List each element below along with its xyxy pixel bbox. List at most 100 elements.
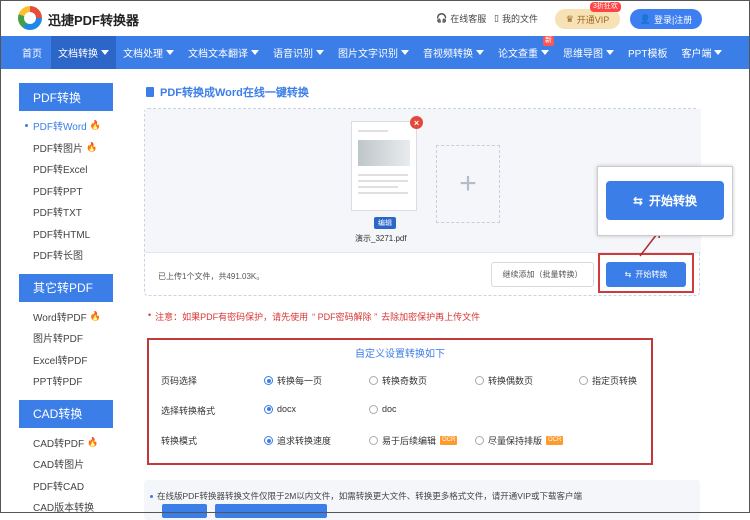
my-files-label: 我的文件 xyxy=(501,14,538,24)
radio-option[interactable]: docx xyxy=(264,404,296,414)
sidebar-group-title: 其它转PDF xyxy=(19,273,113,302)
sidebar-item[interactable]: PDF转CAD xyxy=(19,475,113,497)
fire-icon: 🔥 xyxy=(86,141,98,152)
nav-item-label: 论文查重 xyxy=(498,49,538,60)
thumb-line xyxy=(358,174,408,176)
password-notice: • 注意：如果PDF有密码保护，请先使用 “ PDF密码解除 ” 去除加密保护再… xyxy=(148,310,480,323)
nav-item-0[interactable]: 首页 xyxy=(0,36,51,69)
radio-label: 转换偶数页 xyxy=(488,376,534,386)
sidebar-item-label: Excel转PDF xyxy=(33,355,88,367)
sidebar-item[interactable]: PDF转Excel xyxy=(19,158,113,180)
radio-button[interactable] xyxy=(369,404,378,414)
chevron-down-icon xyxy=(316,50,324,55)
radio-option[interactable]: 转换每一页 xyxy=(264,374,322,387)
nav-item-8[interactable]: 思维导图 xyxy=(556,36,621,69)
file-thumbnail[interactable] xyxy=(351,121,417,211)
radio-option[interactable]: 尽量保持排版 OCR xyxy=(475,434,564,447)
sidebar-item[interactable]: PDF转Word 🔥 xyxy=(19,115,113,137)
nav-item-6[interactable]: 音视频转换 xyxy=(416,36,491,69)
sidebar-item-label: PDF转长图 xyxy=(33,251,83,263)
radio-button[interactable] xyxy=(579,376,588,385)
vip-button[interactable]: ♛ 开通VIP xyxy=(555,9,620,29)
sidebar-item-label: PDF转TXT xyxy=(33,208,82,220)
nav-item-7[interactable]: 论文查重新 xyxy=(491,36,556,69)
headset-icon: 🎧 xyxy=(436,13,448,23)
thumb-image xyxy=(358,140,410,166)
radio-button[interactable] xyxy=(264,376,273,385)
sidebar-item[interactable]: CAD版本转换 xyxy=(19,496,113,518)
nav-item-3[interactable]: 文档文本翻译 xyxy=(181,36,266,69)
password-remove-link[interactable]: “ PDF密码解除 ” xyxy=(312,310,377,323)
continue-add-button[interactable]: 继续添加（批量转换） xyxy=(491,262,594,287)
chevron-down-icon xyxy=(714,50,723,55)
login-button[interactable]: 👤 登录|注册 xyxy=(630,9,702,29)
swap-icon: ⇆ xyxy=(632,193,644,208)
file-icon: ▯ xyxy=(494,13,499,23)
radio-button[interactable] xyxy=(264,436,273,445)
service-link[interactable]: 🎧 在线客服 xyxy=(436,12,486,25)
bottom-info-text: 在线版PDF转换器转换文件仅限于2M以内文件，如需转换更大文件、转换更多格式文件… xyxy=(150,490,582,502)
sidebar-item[interactable]: Excel转PDF xyxy=(19,349,113,371)
settings-title: 自定义设置转换如下 xyxy=(355,349,445,360)
sidebar-item[interactable]: Word转PDF 🔥 xyxy=(19,306,113,328)
nav-item-9[interactable]: PPT模板 xyxy=(621,36,674,69)
radio-button[interactable] xyxy=(264,404,273,414)
bottom-button-2[interactable] xyxy=(215,504,327,518)
chevron-down-icon xyxy=(251,50,259,55)
radio-option[interactable]: 转换偶数页 xyxy=(475,374,533,387)
nav-item-10[interactable]: 客户端 xyxy=(674,36,729,69)
nav-item-2[interactable]: 文档处理 xyxy=(116,36,181,69)
radio-button[interactable] xyxy=(369,376,378,385)
remove-file-icon[interactable]: × xyxy=(410,116,423,129)
sidebar: PDF转换 PDF转Word 🔥 PDF转图片 🔥 PDF转Excel PDF转PPT PDF… xyxy=(19,83,113,518)
bottom-button-1[interactable] xyxy=(162,504,207,518)
sidebar-item-label: 图片转PDF xyxy=(33,334,83,346)
radio-option[interactable]: 追求转换速度 xyxy=(264,434,331,447)
edit-button[interactable]: 编辑 xyxy=(374,217,396,229)
nav-item-5[interactable]: 图片文字识别 xyxy=(331,36,416,69)
sidebar-group-title: CAD转换 xyxy=(19,399,113,428)
sidebar-item[interactable]: PDF转图片 🔥 xyxy=(19,137,113,159)
radio-label: 转换每一页 xyxy=(277,376,323,386)
radio-option[interactable]: 易于后续编辑 OCR xyxy=(369,434,458,447)
zoom-start-label: 开始转换 xyxy=(649,194,698,208)
add-file-button[interactable]: + xyxy=(436,145,500,223)
sidebar-item[interactable]: CAD转图片 xyxy=(19,453,113,475)
thumb-line xyxy=(358,192,408,194)
sidebar-item-label: Word转PDF xyxy=(33,312,87,324)
radio-option[interactable]: 指定页转换 xyxy=(579,374,637,387)
nav-item-label: 思维导图 xyxy=(563,49,603,60)
nav-item-label: 语音识别 xyxy=(273,49,313,60)
sidebar-item[interactable]: PDF转长图 xyxy=(19,244,113,266)
nav-item-4[interactable]: 语音识别 xyxy=(266,36,331,69)
sidebar-item[interactable]: CAD转PDF 🔥 xyxy=(19,432,113,454)
bullet-dot xyxy=(150,495,153,499)
login-label: 登录|注册 xyxy=(653,14,693,25)
promo-badge: 3折狂欢 xyxy=(590,2,621,12)
brand-name[interactable]: 迅捷PDF转换器 xyxy=(48,10,139,29)
sidebar-item[interactable]: PDF转TXT xyxy=(19,201,113,223)
sidebar-item-label: PDF转Excel xyxy=(33,165,88,177)
radio-button[interactable] xyxy=(475,436,484,445)
radio-option[interactable]: 转换奇数页 xyxy=(369,374,427,387)
chevron-down-icon xyxy=(476,50,484,55)
top-bar: 迅捷PDF转换器 🎧 在线客服 ▯ 我的文件 ♛ 开通VIP 3折狂欢 👤 登录… xyxy=(0,0,750,36)
chevron-down-icon xyxy=(606,50,614,55)
chevron-down-icon xyxy=(541,50,549,55)
sidebar-item[interactable]: PDF转HTML xyxy=(19,223,113,245)
my-files-link[interactable]: ▯ 我的文件 xyxy=(494,12,538,25)
settings-row-label: 转换模式 xyxy=(161,436,198,446)
nav-item-label: 文档文本翻译 xyxy=(188,49,248,60)
sidebar-item[interactable]: PPT转PDF xyxy=(19,370,113,392)
file-name: 演示_3271.pdf xyxy=(355,234,407,243)
radio-option[interactable]: doc xyxy=(369,404,397,414)
zoom-start-button[interactable]: ⇆ 开始转换 xyxy=(606,181,724,220)
radio-button[interactable] xyxy=(475,376,484,385)
sidebar-item-label: CAD版本转换 xyxy=(33,503,95,515)
sidebar-item-label: PPT转PDF xyxy=(33,377,83,389)
radio-button[interactable] xyxy=(369,436,378,445)
logo-icon[interactable] xyxy=(18,6,42,30)
sidebar-item[interactable]: 图片转PDF xyxy=(19,327,113,349)
nav-item-1[interactable]: 文档转换 xyxy=(51,36,116,69)
sidebar-item[interactable]: PDF转PPT xyxy=(19,180,113,202)
